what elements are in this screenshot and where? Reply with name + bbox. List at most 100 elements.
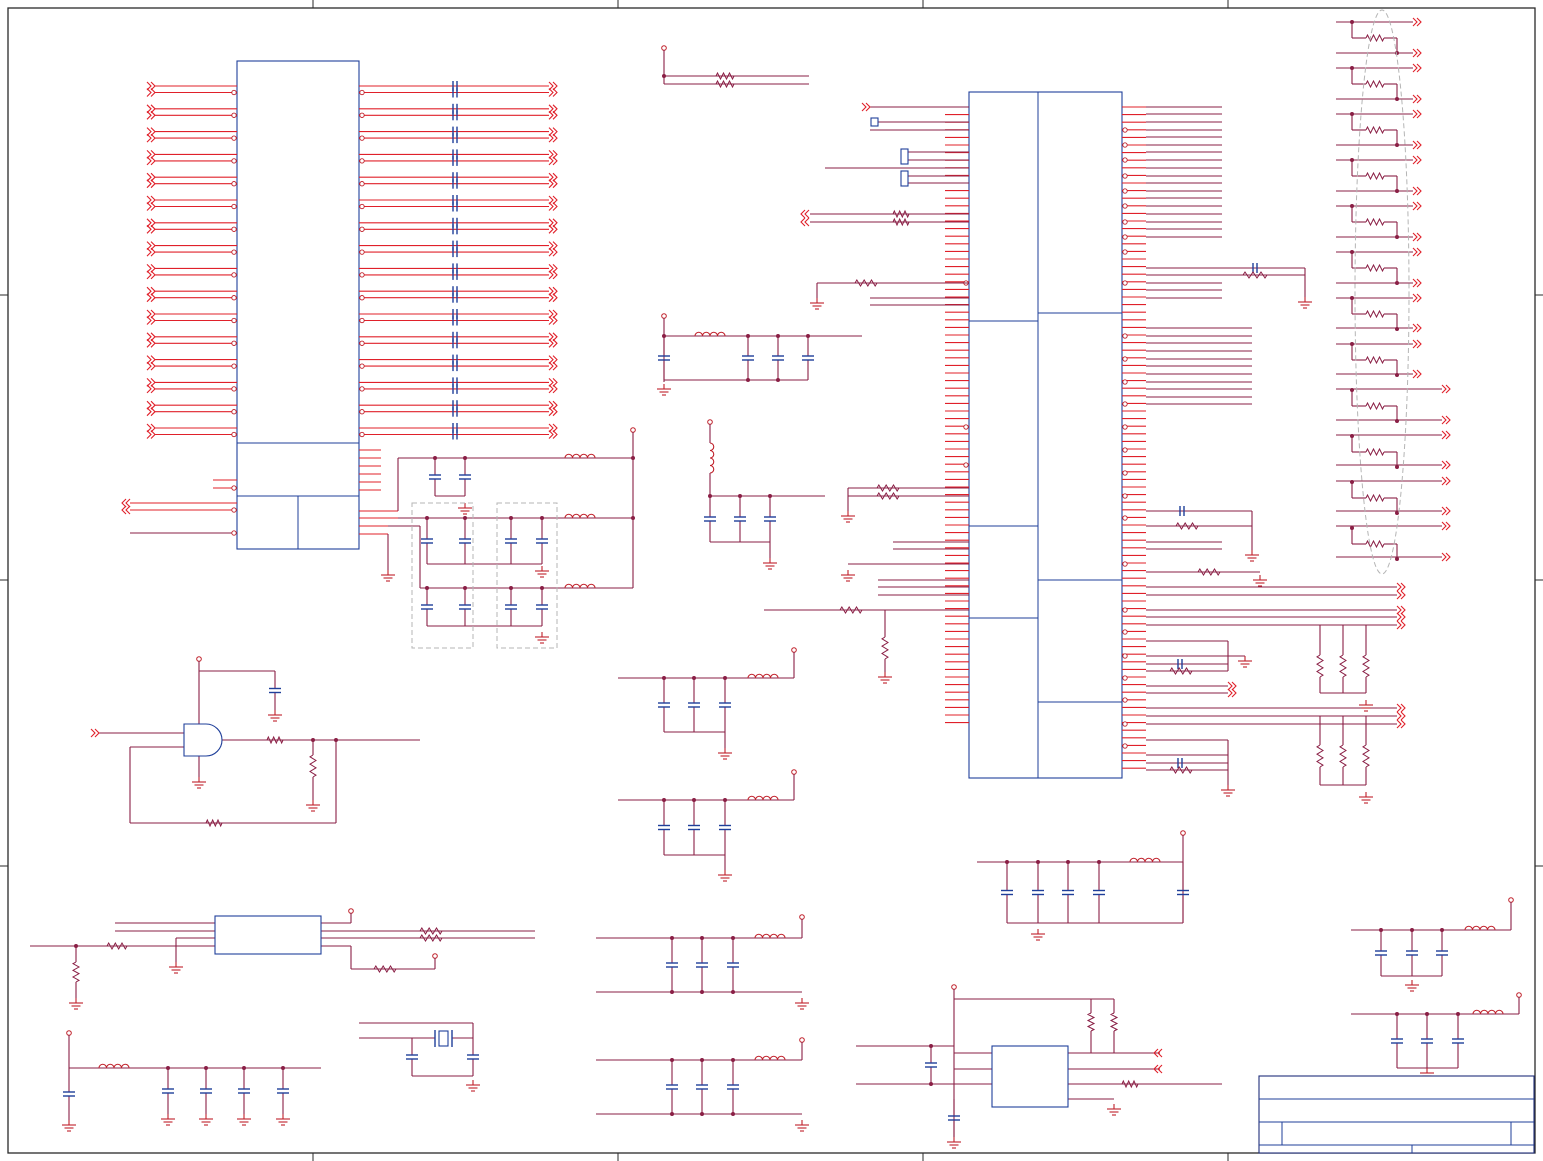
junction-dot (768, 494, 772, 498)
resistor (373, 965, 397, 973)
junction-dot (1440, 928, 1444, 932)
pin-end (231, 386, 237, 392)
port-chevron (1396, 612, 1406, 622)
pin-end (231, 485, 237, 491)
pin-end (1122, 561, 1128, 567)
title-block (1258, 1075, 1535, 1154)
port-chevron (1441, 552, 1451, 562)
pin-end (1122, 697, 1128, 703)
resistor (106, 941, 128, 951)
resistor (419, 934, 443, 942)
pin-end (231, 340, 237, 346)
power-flag (1508, 897, 1514, 903)
inductor (98, 1063, 130, 1069)
port-chevron (800, 209, 810, 219)
and-gate (183, 723, 223, 757)
port-chevron (1412, 140, 1422, 150)
port-chevron (1396, 703, 1406, 713)
port-chevron (1441, 384, 1451, 394)
port-chevron (1441, 521, 1451, 531)
pin-end (1122, 721, 1128, 727)
port-chevron (1412, 155, 1422, 165)
junction-dot (708, 494, 712, 498)
port-chevron (1441, 506, 1451, 516)
port-chevron (1441, 415, 1451, 425)
inductor (564, 583, 596, 589)
port-chevron (1412, 278, 1422, 288)
junction-dot (1395, 419, 1399, 423)
resistor (715, 79, 735, 89)
junction-dot (1036, 860, 1040, 864)
junction-dot (1350, 526, 1354, 530)
pin-end (231, 112, 237, 118)
pin-end (231, 507, 237, 513)
junction-dot (242, 1066, 246, 1070)
port-chevron (90, 728, 100, 738)
pin-end (359, 226, 365, 232)
resistor (1339, 654, 1347, 678)
inductor (754, 1055, 786, 1061)
resistor (1365, 79, 1385, 89)
pin-end (963, 462, 969, 468)
pin-end (1122, 234, 1128, 240)
junction-dot (1395, 465, 1399, 469)
pin-end (359, 363, 365, 369)
junction-dot (776, 378, 780, 382)
junction-dot (1395, 97, 1399, 101)
pin-end (1122, 188, 1128, 194)
port-chevron (1227, 681, 1237, 691)
junction-dot (700, 1058, 704, 1062)
pin-end (1122, 379, 1128, 385)
junction-dot (540, 586, 544, 590)
junction-dot (1350, 112, 1354, 116)
power-flag (799, 1037, 805, 1043)
pin-end (1122, 142, 1128, 148)
inductor (709, 442, 715, 474)
power-flag (707, 419, 713, 425)
junction-dot (1395, 281, 1399, 285)
inductor (754, 933, 786, 939)
resistor (1316, 654, 1324, 678)
resistor (892, 209, 910, 219)
pin-end (231, 135, 237, 141)
pin-end (231, 181, 237, 187)
port-chevron (121, 498, 131, 508)
resistor (1339, 744, 1347, 768)
junction-dot (731, 936, 735, 940)
junction-dot (738, 494, 742, 498)
resistor (1121, 1079, 1139, 1089)
pin-end (1122, 157, 1128, 163)
inductor (1464, 925, 1496, 931)
resistor (1086, 1012, 1096, 1032)
port-chevron (1441, 460, 1451, 470)
resistor (1362, 654, 1370, 678)
inductor (747, 795, 779, 801)
zone-ticks (0, 0, 1543, 1161)
power-flag (196, 656, 202, 662)
test-pad-3 (900, 170, 909, 187)
port-chevron (1396, 620, 1406, 630)
junction-dot (731, 1058, 735, 1062)
junction-dot (1395, 511, 1399, 515)
junction-dot (463, 456, 467, 460)
pin-end (359, 431, 365, 438)
junction-dot (1379, 928, 1383, 932)
junction-dot (463, 516, 467, 520)
pin-end (1122, 127, 1128, 133)
buffer-ic (214, 915, 322, 955)
pin-end (231, 530, 237, 536)
power-flag (432, 953, 438, 959)
port-chevron (1412, 201, 1422, 211)
port-chevron (1396, 582, 1406, 592)
port-chevron (1412, 186, 1422, 196)
resistor (1362, 744, 1370, 768)
pin-end (359, 272, 365, 278)
junction-dot (1395, 373, 1399, 377)
junction-dot (1066, 860, 1070, 864)
junction-dot (1350, 204, 1354, 208)
resistor (266, 735, 284, 745)
resistor (1365, 493, 1385, 503)
pin-end (1122, 470, 1128, 476)
resistor (1365, 217, 1385, 227)
junction-dot (631, 456, 635, 460)
